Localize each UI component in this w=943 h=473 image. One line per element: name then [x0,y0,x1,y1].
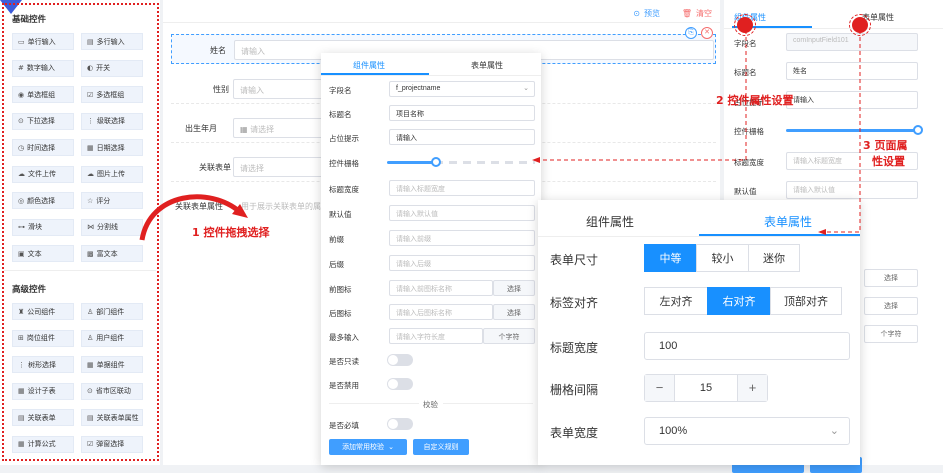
annotation-overlay [139,30,861,241]
annotation-dot [852,17,868,33]
annotation-drag-select: 1 控件拖拽选择 [192,226,270,239]
leader-arrow [532,157,540,163]
annotation-page-props-2: 性设置 [872,155,905,168]
leader-arrow [818,229,826,235]
annotation-dot [737,17,753,33]
annotation-control-props: 2 控件属性设置 [716,94,794,107]
form-prop-leader [822,30,861,233]
control-prop-leader [536,30,747,161]
annotation-page-props-1: 3 页面属 [863,139,908,152]
